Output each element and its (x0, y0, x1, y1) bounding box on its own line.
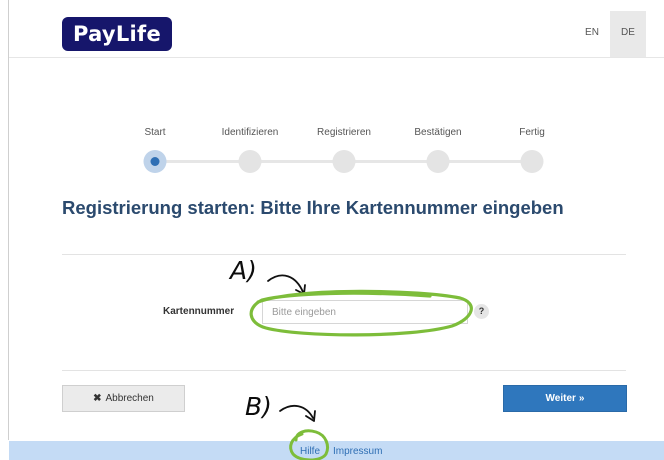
step-dot-bestaetigen (426, 150, 450, 173)
step-label-identifizieren: Identifizieren (221, 127, 279, 138)
language-en-button[interactable]: EN (574, 11, 610, 57)
language-de-button[interactable]: DE (610, 11, 646, 57)
step-dot-registrieren (332, 150, 356, 173)
header: PayLife EN DE (9, 0, 664, 58)
annotation-label-a: A) (230, 256, 257, 285)
step-label-bestaetigen: Bestätigen (414, 127, 462, 138)
paylife-logo[interactable]: PayLife (62, 17, 172, 51)
cancel-button[interactable]: ✖ Abbrechen (62, 385, 185, 412)
step-dot-start (143, 150, 167, 173)
footer-link-help[interactable]: Hilfe (300, 446, 320, 457)
divider (62, 370, 626, 371)
page: PayLife EN DE Start Identifizieren Regis… (0, 0, 664, 460)
card-number-label: Kartennummer (163, 306, 235, 317)
progress-stepper: Start Identifizieren Registrieren Bestät… (130, 127, 560, 177)
annotation-b-arrow (279, 404, 316, 422)
help-icon[interactable]: ? (474, 304, 489, 319)
divider (62, 254, 626, 255)
step-label-fertig: Fertig (519, 127, 545, 138)
step-dot-fertig (520, 150, 544, 173)
next-button[interactable]: Weiter » (503, 385, 627, 412)
footer: Hilfe Impressum (9, 441, 664, 460)
close-icon: ✖ (93, 393, 102, 404)
card-number-input[interactable] (262, 300, 468, 324)
footer-link-imprint[interactable]: Impressum (333, 446, 382, 457)
step-label-start: Start (144, 127, 166, 138)
window-border (8, 0, 9, 440)
step-dot-identifizieren (238, 150, 262, 173)
step-label-registrieren: Registrieren (317, 127, 371, 138)
annotation-a-arrow (267, 274, 306, 295)
cancel-button-label: Abbrechen (105, 393, 154, 404)
chevron-right-icon: » (578, 393, 585, 404)
page-title: Registrierung starten: Bitte Ihre Karten… (62, 197, 564, 218)
annotation-label-b: B) (245, 392, 272, 421)
next-button-label: Weiter (545, 393, 576, 404)
